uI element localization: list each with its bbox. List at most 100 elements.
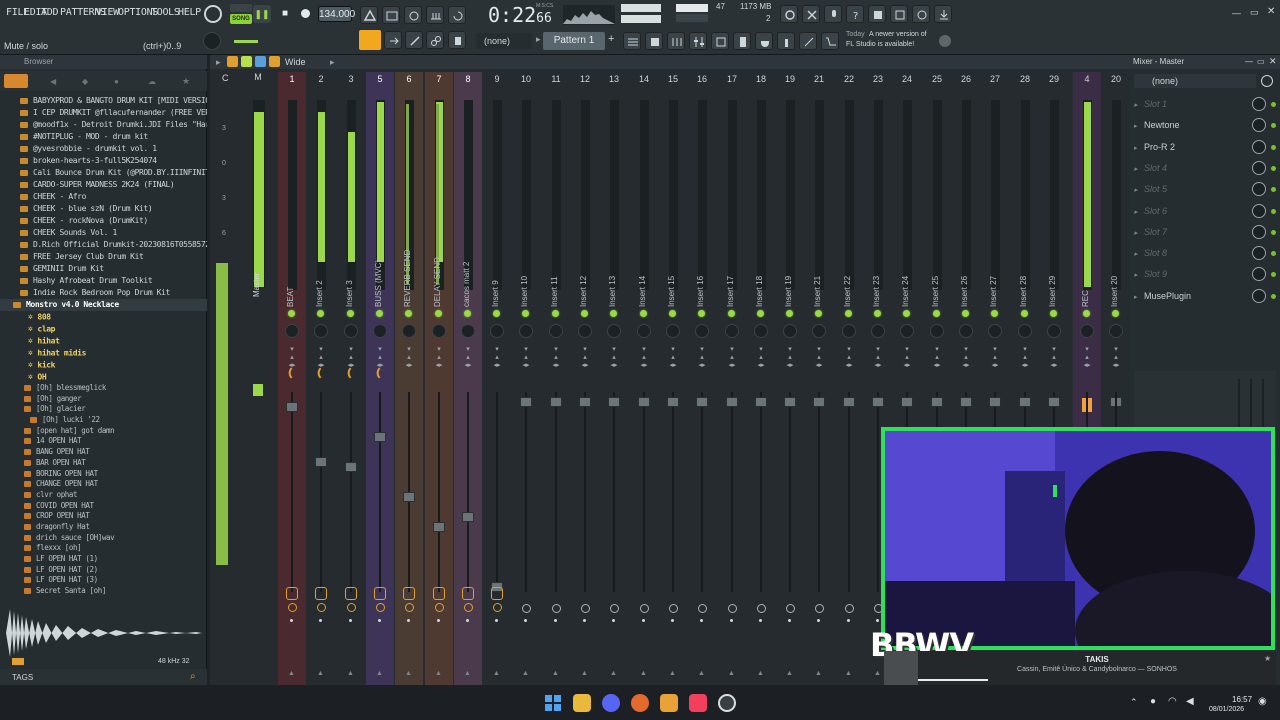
track-pan-knob[interactable] xyxy=(871,324,885,338)
mic-tray-icon[interactable]: ● xyxy=(1150,696,1156,707)
slot-enable-led[interactable] xyxy=(1271,272,1276,278)
effect-slot[interactable]: ▸ Slot 8 xyxy=(1134,243,1276,263)
slot-mix-knob[interactable] xyxy=(1252,118,1266,133)
master-fader[interactable] xyxy=(253,384,263,396)
effect-slot[interactable]: ▸ Slot 1 xyxy=(1134,94,1276,114)
track-send-knob[interactable] xyxy=(728,604,737,613)
mixer-view-3-icon[interactable] xyxy=(255,56,266,67)
track-stereo-arrows[interactable]: ◂▸ xyxy=(640,362,648,370)
slot-expand-icon[interactable]: ▸ xyxy=(1134,160,1144,180)
mixer-master-strip[interactable]: M Master xyxy=(244,72,272,685)
slot-expand-icon[interactable]: ▸ xyxy=(1134,245,1144,265)
master-volume-bar[interactable] xyxy=(621,4,661,12)
track-routing-arrows[interactable]: ▾ ▴ xyxy=(405,346,413,362)
track-pan-knob[interactable] xyxy=(637,324,651,338)
slot-expand-icon[interactable]: ▸ xyxy=(1134,96,1144,116)
slot-mix-knob[interactable] xyxy=(1252,246,1266,261)
track-volume-fader[interactable] xyxy=(315,457,327,467)
track-send-knob[interactable] xyxy=(405,603,414,612)
track-stereo-arrows[interactable]: ◂▸ xyxy=(845,362,853,370)
track-mute-led[interactable] xyxy=(640,310,647,317)
browser-file[interactable]: LF OPEN HAT (1) xyxy=(0,554,207,565)
track-name[interactable]: Insert 22 xyxy=(843,217,855,307)
mixer-track-1[interactable]: 1 BEAT ▾ ▴ ◂▸ ▲ xyxy=(278,72,306,685)
tempo-display[interactable]: 134.000 xyxy=(318,6,355,22)
tray-chevron-icon[interactable]: ⌃ xyxy=(1130,697,1138,708)
arrow-icon[interactable] xyxy=(384,31,402,49)
mixer-icon[interactable] xyxy=(689,32,707,50)
track-collapse-icon[interactable]: ▲ xyxy=(815,670,822,677)
track-stereo-arrows[interactable]: ◂▸ xyxy=(493,362,501,370)
browser-tab-all[interactable] xyxy=(4,74,28,88)
browser-file[interactable]: drich sauce [OH]wav xyxy=(0,533,207,544)
track-pan-knob[interactable] xyxy=(695,324,709,338)
browser-folder[interactable]: CARDO-SUPER MADNESS 2K24 (FINAL) xyxy=(0,179,207,191)
track-name[interactable]: Insert 18 xyxy=(755,217,767,307)
browser-tab-cloud-icon[interactable]: ☁ xyxy=(148,77,156,86)
snap-selector[interactable]: (none) xyxy=(476,33,532,49)
mixer-track-15[interactable]: 15 Insert 15 ▾ ▴ ◂▸ ▲ xyxy=(659,72,687,685)
step-edit-icon[interactable] xyxy=(426,6,444,24)
browser-folder[interactable]: CHEEK Sounds Vol. 1 xyxy=(0,227,207,239)
browser-file[interactable]: [Oh] blessmeglick xyxy=(0,383,207,394)
track-mute-led[interactable] xyxy=(522,310,529,317)
track-pan-knob[interactable] xyxy=(1109,324,1123,338)
slot-mix-knob[interactable] xyxy=(1252,224,1266,239)
track-stereo-arrows[interactable]: ◂▸ xyxy=(610,362,618,370)
browser-folder[interactable]: CHEEK - rockNova (DrumKit) xyxy=(0,215,207,227)
pattern-selector[interactable]: Pattern 1 xyxy=(543,32,605,50)
track-routing-arrows[interactable]: ▾ ▴ xyxy=(728,346,736,362)
track-name[interactable]: Insert 21 xyxy=(813,217,825,307)
track-volume-fader[interactable] xyxy=(726,397,738,407)
browser-subfolder[interactable]: ✲ clap xyxy=(0,323,207,335)
track-send-knob[interactable] xyxy=(347,603,356,612)
track-pan-knob[interactable] xyxy=(549,324,563,338)
track-pan-knob[interactable] xyxy=(519,324,533,338)
track-collapse-icon[interactable]: ▲ xyxy=(640,670,647,677)
browser-tab-current-icon[interactable]: ◀ xyxy=(50,77,56,86)
track-routing-arrows[interactable]: ▾ ▴ xyxy=(845,346,853,362)
track-name[interactable]: Insert 26 xyxy=(960,217,972,307)
track-pan-knob[interactable] xyxy=(959,324,973,338)
track-collapse-icon[interactable]: ▲ xyxy=(845,670,852,677)
track-stereo-arrows[interactable]: ◂▸ xyxy=(1021,362,1029,370)
track-pan-knob[interactable] xyxy=(900,324,914,338)
track-mute-led[interactable] xyxy=(405,310,412,317)
video-icon[interactable] xyxy=(799,32,817,50)
slot-expand-icon[interactable]: ▸ xyxy=(1134,266,1144,286)
track-collapse-icon[interactable]: ▲ xyxy=(376,670,383,677)
track-collapse-icon[interactable]: ▲ xyxy=(698,670,705,677)
browser-folder[interactable]: FREE Jersey Club Drum Kit xyxy=(0,251,207,263)
slot-enable-led[interactable] xyxy=(1271,165,1276,171)
track-pan-knob[interactable] xyxy=(578,324,592,338)
track-name[interactable]: Insert 11 xyxy=(550,217,562,307)
browser-file[interactable]: clvr ophat xyxy=(0,490,207,501)
chat-icon[interactable] xyxy=(912,5,930,23)
browser-folder[interactable]: #NOTIPLUG - MOD - drum kit xyxy=(0,131,207,143)
track-name[interactable]: Insert 12 xyxy=(579,217,591,307)
slot-expand-icon[interactable]: ▸ xyxy=(1134,203,1144,223)
search-icon[interactable]: ⌕ xyxy=(190,671,196,682)
browser-tab-recent-icon[interactable]: ◆ xyxy=(82,77,88,86)
track-send-knob[interactable] xyxy=(640,604,649,613)
track-mute-led[interactable] xyxy=(435,310,442,317)
panel-close-icon[interactable]: ✕ xyxy=(1269,56,1277,67)
track-name[interactable]: REC xyxy=(1081,217,1093,307)
browser-tab-plugins-icon[interactable]: ● xyxy=(114,77,119,86)
track-mute-led[interactable] xyxy=(698,310,705,317)
track-name[interactable]: Insert 23 xyxy=(872,217,884,307)
browser-file[interactable]: LF OPEN HAT (2) xyxy=(0,565,207,576)
track-send-button[interactable] xyxy=(462,587,474,600)
menu-view[interactable]: VIEW xyxy=(96,7,119,18)
track-mute-led[interactable] xyxy=(317,310,324,317)
link-icon[interactable] xyxy=(426,31,444,49)
track-routing-arrows[interactable]: ▾ ▴ xyxy=(757,346,765,362)
browser-file[interactable]: BANG OPEN HAT xyxy=(0,447,207,458)
snap-icon[interactable] xyxy=(359,30,381,50)
track-stereo-arrows[interactable]: ◂▸ xyxy=(1112,362,1120,370)
track-routing-arrows[interactable]: ▾ ▴ xyxy=(435,346,443,362)
effect-slot[interactable]: ▸ Slot 7 xyxy=(1134,222,1276,242)
browser-folder[interactable]: BABYXPROD & BANGTO DRUM KIT [MIDI VERSIO… xyxy=(0,95,207,107)
track-stereo-arrows[interactable]: ◂▸ xyxy=(698,362,706,370)
mixer-track-18[interactable]: 18 Insert 18 ▾ ▴ ◂▸ ▲ xyxy=(747,72,775,685)
